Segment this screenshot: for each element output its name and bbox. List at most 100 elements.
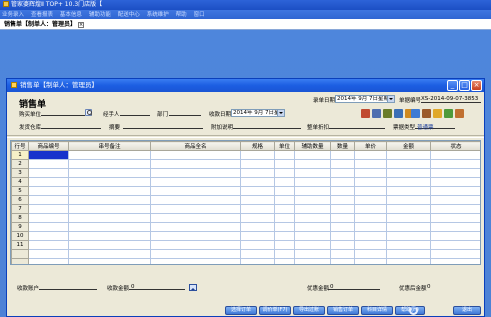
row-number[interactable]: 5 xyxy=(11,186,29,196)
grid-cell[interactable] xyxy=(354,195,387,205)
handler-input[interactable] xyxy=(120,109,150,116)
whole-discount-input[interactable] xyxy=(329,122,385,129)
table-row[interactable]: 3 xyxy=(11,168,480,178)
maximize-button[interactable]: □ xyxy=(459,80,470,91)
grid-cell[interactable] xyxy=(330,231,355,241)
grid-cell[interactable] xyxy=(28,240,69,250)
grid-cell[interactable] xyxy=(274,159,295,169)
summary-input[interactable] xyxy=(123,122,203,129)
grid-cell[interactable] xyxy=(386,213,431,223)
grid-cell[interactable] xyxy=(430,195,480,205)
grid-cell[interactable] xyxy=(150,204,241,214)
grid-cell[interactable] xyxy=(294,213,331,223)
grid-cell[interactable] xyxy=(330,195,355,205)
grid-cell[interactable] xyxy=(68,213,151,223)
grid-cell[interactable] xyxy=(28,168,69,178)
window-titlebar[interactable]: 销售单【制单人：管理员】 _ □ × xyxy=(7,79,484,92)
chevron-down-icon[interactable] xyxy=(277,110,284,116)
exit-button[interactable]: 退出 xyxy=(453,306,481,315)
account-detail-button[interactable]: 科目详情 xyxy=(361,306,393,315)
menu-item-reports[interactable]: 查看报表 xyxy=(31,12,53,18)
grid-cell[interactable] xyxy=(294,231,331,241)
col-header-amount[interactable]: 金额 xyxy=(386,141,431,151)
grid-cell[interactable] xyxy=(274,195,295,205)
grid-cell[interactable] xyxy=(240,195,275,205)
grid-cell[interactable] xyxy=(330,159,355,169)
grid-cell[interactable] xyxy=(430,150,480,160)
tab-sales-order[interactable]: 销售单【制单人：管理员】 × xyxy=(1,20,88,29)
grid-cell[interactable] xyxy=(330,177,355,187)
tools-icon[interactable] xyxy=(383,109,392,118)
grid-cell[interactable] xyxy=(28,204,69,214)
col-header-item-code[interactable]: 商品编号 xyxy=(28,141,69,151)
grid-cell[interactable] xyxy=(150,150,241,160)
sales-order-button[interactable]: 销售订单 xyxy=(327,306,359,315)
grid-cell[interactable] xyxy=(430,222,480,232)
print-icon[interactable] xyxy=(372,109,381,118)
grid-cell[interactable] xyxy=(150,222,241,232)
col-header-aux-qty[interactable]: 辅助数量 xyxy=(294,141,331,151)
grid-cell[interactable] xyxy=(354,168,387,178)
grid-cell[interactable] xyxy=(430,159,480,169)
chevron-down-icon[interactable] xyxy=(387,96,394,102)
grid-cell[interactable] xyxy=(386,168,431,178)
grid-cell[interactable] xyxy=(68,159,151,169)
grid-cell[interactable] xyxy=(68,177,151,187)
grid-cell[interactable] xyxy=(150,240,241,250)
grid-cell[interactable] xyxy=(294,222,331,232)
close-button[interactable]: × xyxy=(471,80,482,91)
row-number[interactable]: 9 xyxy=(11,222,29,232)
grid-cell[interactable] xyxy=(430,186,480,196)
grid-cell[interactable] xyxy=(150,213,241,223)
buyer-input[interactable] xyxy=(41,109,85,116)
grid-cell[interactable] xyxy=(354,150,387,160)
dept-input[interactable] xyxy=(169,109,201,116)
account-input[interactable] xyxy=(39,283,97,290)
grid-cell[interactable] xyxy=(430,168,480,178)
refresh-icon[interactable] xyxy=(444,109,453,118)
warehouse-input[interactable] xyxy=(41,122,101,129)
grid-cell[interactable] xyxy=(294,150,331,160)
grid-cell[interactable] xyxy=(274,150,295,160)
search-icon[interactable] xyxy=(85,109,92,116)
col-header-row-no[interactable]: 行号 xyxy=(11,141,29,151)
grid-cell[interactable] xyxy=(354,231,387,241)
row-number[interactable]: 7 xyxy=(11,204,29,214)
grid-cell[interactable] xyxy=(240,168,275,178)
users-icon[interactable] xyxy=(433,109,442,118)
menu-item-help[interactable]: 帮助 xyxy=(176,12,187,18)
grid-cell[interactable] xyxy=(294,204,331,214)
grid-cell[interactable] xyxy=(28,231,69,241)
grid-cell[interactable] xyxy=(28,177,69,187)
grid-cell[interactable] xyxy=(28,150,69,160)
grid-cell[interactable] xyxy=(294,240,331,250)
menu-item-system[interactable]: 系统维护 xyxy=(147,12,169,18)
row-number[interactable]: 2 xyxy=(11,159,29,169)
grid-cell[interactable] xyxy=(330,222,355,232)
col-header-spec[interactable]: 规格 xyxy=(240,141,275,151)
table-row[interactable]: 2 xyxy=(11,159,480,169)
grid-cell[interactable] xyxy=(354,159,387,169)
grid-cell[interactable] xyxy=(274,177,295,187)
grid-cell[interactable] xyxy=(294,186,331,196)
grid-cell[interactable] xyxy=(150,186,241,196)
grid-cell[interactable] xyxy=(386,150,431,160)
row-number[interactable]: 6 xyxy=(11,195,29,205)
grid-cell[interactable] xyxy=(354,222,387,232)
grid-cell[interactable] xyxy=(240,213,275,223)
minimize-button[interactable]: _ xyxy=(447,80,458,91)
grid-cell[interactable] xyxy=(274,222,295,232)
select-order-button[interactable]: 选择订单 xyxy=(225,306,257,315)
grid-cell[interactable] xyxy=(354,204,387,214)
table-row[interactable]: 9 xyxy=(11,222,480,232)
grid-cell[interactable] xyxy=(150,168,241,178)
grid-cell[interactable] xyxy=(386,186,431,196)
row-number[interactable]: 3 xyxy=(11,168,29,178)
table-row[interactable]: 11 xyxy=(11,240,480,250)
table-row[interactable]: 6 xyxy=(11,195,480,205)
grid-cell[interactable] xyxy=(28,222,69,232)
adjust-price-button[interactable]: 调价单(F7) xyxy=(259,306,291,315)
grid-cell[interactable] xyxy=(430,204,480,214)
menu-item-basic[interactable]: 基本信息 xyxy=(60,12,82,18)
grid-cell[interactable] xyxy=(28,195,69,205)
